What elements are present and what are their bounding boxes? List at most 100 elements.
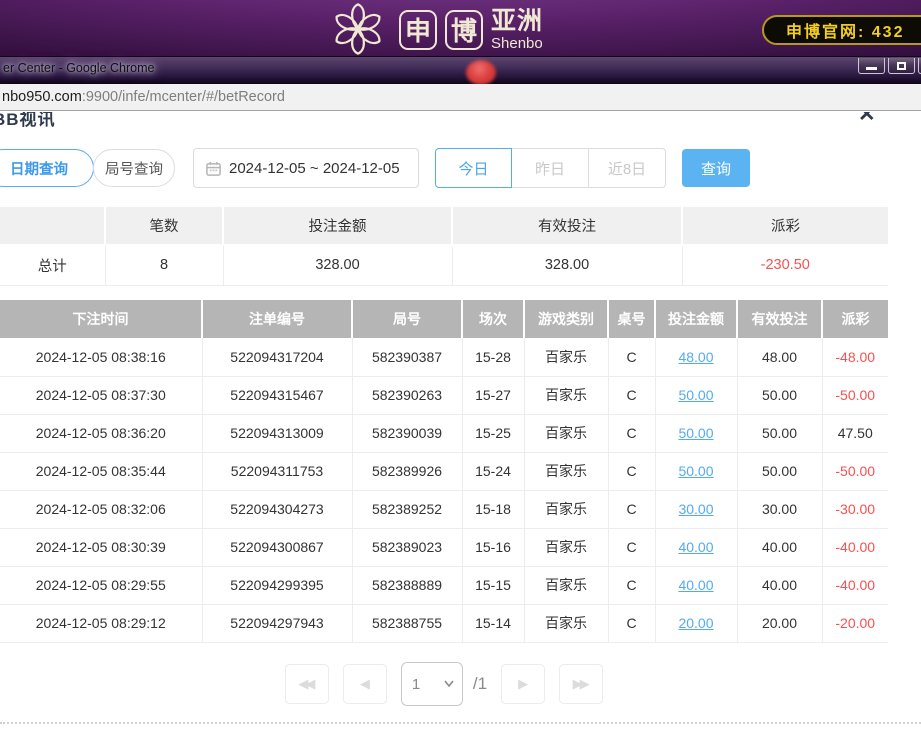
header-bet-amount: 投注金额	[655, 300, 737, 338]
summary-valid-bet: 328.00	[452, 245, 682, 285]
game-type: 百家乐	[524, 376, 608, 414]
summary-header-bet-amount: 投注金额	[223, 207, 452, 245]
round-query-tab[interactable]: 局号查询	[93, 149, 175, 187]
header-round-id: 局号	[352, 300, 462, 338]
bet-amount-link[interactable]: 40.00	[678, 539, 713, 555]
valid-bet: 40.00	[737, 528, 822, 566]
order-id: 522094317204	[202, 338, 352, 376]
bet-amount-link[interactable]: 30.00	[678, 501, 713, 517]
summary-header-row: 笔数 投注金额 有效投注 派彩	[0, 207, 888, 245]
game-type: 百家乐	[524, 490, 608, 528]
summary-count: 8	[105, 245, 223, 285]
order-id: 522094299395	[202, 566, 352, 604]
close-panel-icon[interactable]: ✕	[858, 112, 876, 127]
table-row: 2024-12-05 08:29:12 522094297943 5823887…	[0, 604, 888, 642]
official-site-badge[interactable]: 申博官网: 432	[762, 15, 921, 45]
bet-amount-link[interactable]: 50.00	[678, 425, 713, 441]
session: 15-15	[462, 566, 524, 604]
page-total-label: /1	[473, 674, 487, 694]
url-domain: nbo950.com	[2, 89, 82, 105]
table-code: C	[608, 490, 655, 528]
last-page-button[interactable]: ▶▶	[559, 664, 603, 704]
valid-bet: 48.00	[737, 338, 822, 376]
prev-page-button[interactable]: ◀	[343, 664, 387, 704]
session: 15-24	[462, 452, 524, 490]
bet-time: 2024-12-05 08:30:39	[0, 528, 202, 566]
bet-amount-cell: 20.00	[655, 604, 737, 642]
valid-bet: 50.00	[737, 376, 822, 414]
summary-header-count: 笔数	[105, 207, 223, 245]
maximize-button[interactable]	[888, 58, 915, 74]
bet-amount-link[interactable]: 40.00	[678, 577, 713, 593]
game-type: 百家乐	[524, 604, 608, 642]
minimize-icon	[866, 67, 877, 70]
today-button[interactable]: 今日	[435, 148, 512, 188]
next-page-button[interactable]: ▶	[501, 664, 545, 704]
header-order-id: 注单编号	[202, 300, 352, 338]
date-range-input[interactable]: 2024-12-05 ~ 2024-12-05	[193, 148, 419, 188]
section-head: BB视讯 ✕	[0, 112, 921, 130]
summary-bet-amount: 328.00	[223, 245, 452, 285]
valid-bet: 40.00	[737, 566, 822, 604]
game-type: 百家乐	[524, 566, 608, 604]
bet-amount-link[interactable]: 50.00	[678, 387, 713, 403]
date-query-tab[interactable]: 日期查询	[0, 149, 94, 187]
round-id: 582389023	[352, 528, 462, 566]
bet-amount-link[interactable]: 20.00	[678, 615, 713, 631]
minimize-button[interactable]	[858, 58, 885, 74]
game-type: 百家乐	[524, 528, 608, 566]
prev-page-icon: ◀	[360, 676, 367, 692]
browser-urlbar[interactable]: nbo950.com:9900/infe/mcenter/#/betRecord	[0, 84, 921, 111]
bet-amount-cell: 40.00	[655, 566, 737, 604]
header-bet-time: 下注时间	[0, 300, 202, 338]
session: 15-25	[462, 414, 524, 452]
last-page-icon: ▶▶	[573, 676, 587, 692]
last8days-button[interactable]: 近8日	[589, 148, 666, 188]
bet-amount-link[interactable]: 48.00	[678, 349, 713, 365]
session: 15-18	[462, 490, 524, 528]
table-code: C	[608, 414, 655, 452]
header-game-type: 游戏类别	[524, 300, 608, 338]
summary-table: 笔数 投注金额 有效投注 派彩 总计 8 328.00 328.00 -230.…	[0, 207, 888, 286]
valid-bet: 50.00	[737, 414, 822, 452]
bet-record-panel: BB视讯 ✕ 日期查询 局号查询 2024-12-05 ~ 2024-12-05…	[0, 112, 921, 736]
page-select[interactable]: 1	[401, 662, 463, 706]
brand-region: 亚洲	[491, 9, 543, 34]
table-row: 2024-12-05 08:38:16 522094317204 5823903…	[0, 338, 888, 376]
round-id: 582390387	[352, 338, 462, 376]
browser-titlebar: er Center - Google Chrome ✕	[0, 57, 921, 84]
payout: -50.00	[822, 376, 888, 414]
bet-time: 2024-12-05 08:29:55	[0, 566, 202, 604]
date-range-value: 2024-12-05 ~ 2024-12-05	[229, 160, 400, 177]
maximize-icon	[897, 62, 906, 70]
site-header: 申 博 亚洲 Shenbo 申博官网: 432	[0, 0, 921, 57]
filter-row: 日期查询 局号查询 2024-12-05 ~ 2024-12-05 今日 昨日 …	[0, 148, 921, 188]
yesterday-button[interactable]: 昨日	[512, 148, 589, 188]
round-id: 582390039	[352, 414, 462, 452]
table-code: C	[608, 452, 655, 490]
order-id: 522094315467	[202, 376, 352, 414]
payout: -40.00	[822, 566, 888, 604]
table-code: C	[608, 566, 655, 604]
round-id: 582388755	[352, 604, 462, 642]
order-id: 522094300867	[202, 528, 352, 566]
summary-total-label: 总计	[0, 245, 105, 285]
game-type: 百家乐	[524, 452, 608, 490]
valid-bet: 30.00	[737, 490, 822, 528]
payout: 47.50	[822, 414, 888, 452]
table-row: 2024-12-05 08:32:06 522094304273 5823892…	[0, 490, 888, 528]
first-page-button[interactable]: ◀◀	[285, 664, 329, 704]
valid-bet: 50.00	[737, 452, 822, 490]
bet-record-table: 下注时间 注单编号 局号 场次 游戏类别 桌号 投注金额 有效投注 派彩 202…	[0, 300, 888, 643]
session: 15-14	[462, 604, 524, 642]
payout: -20.00	[822, 604, 888, 642]
bet-amount-cell: 50.00	[655, 414, 737, 452]
url-text: nbo950.com:9900/infe/mcenter/#/betRecord	[2, 89, 285, 105]
next-page-icon: ▶	[518, 676, 525, 692]
bet-amount-cell: 30.00	[655, 490, 737, 528]
search-button[interactable]: 查询	[682, 149, 750, 187]
bet-amount-link[interactable]: 50.00	[678, 463, 713, 479]
url-path: :9900/infe/mcenter/#/betRecord	[82, 89, 285, 105]
payout: -50.00	[822, 452, 888, 490]
round-id: 582388889	[352, 566, 462, 604]
